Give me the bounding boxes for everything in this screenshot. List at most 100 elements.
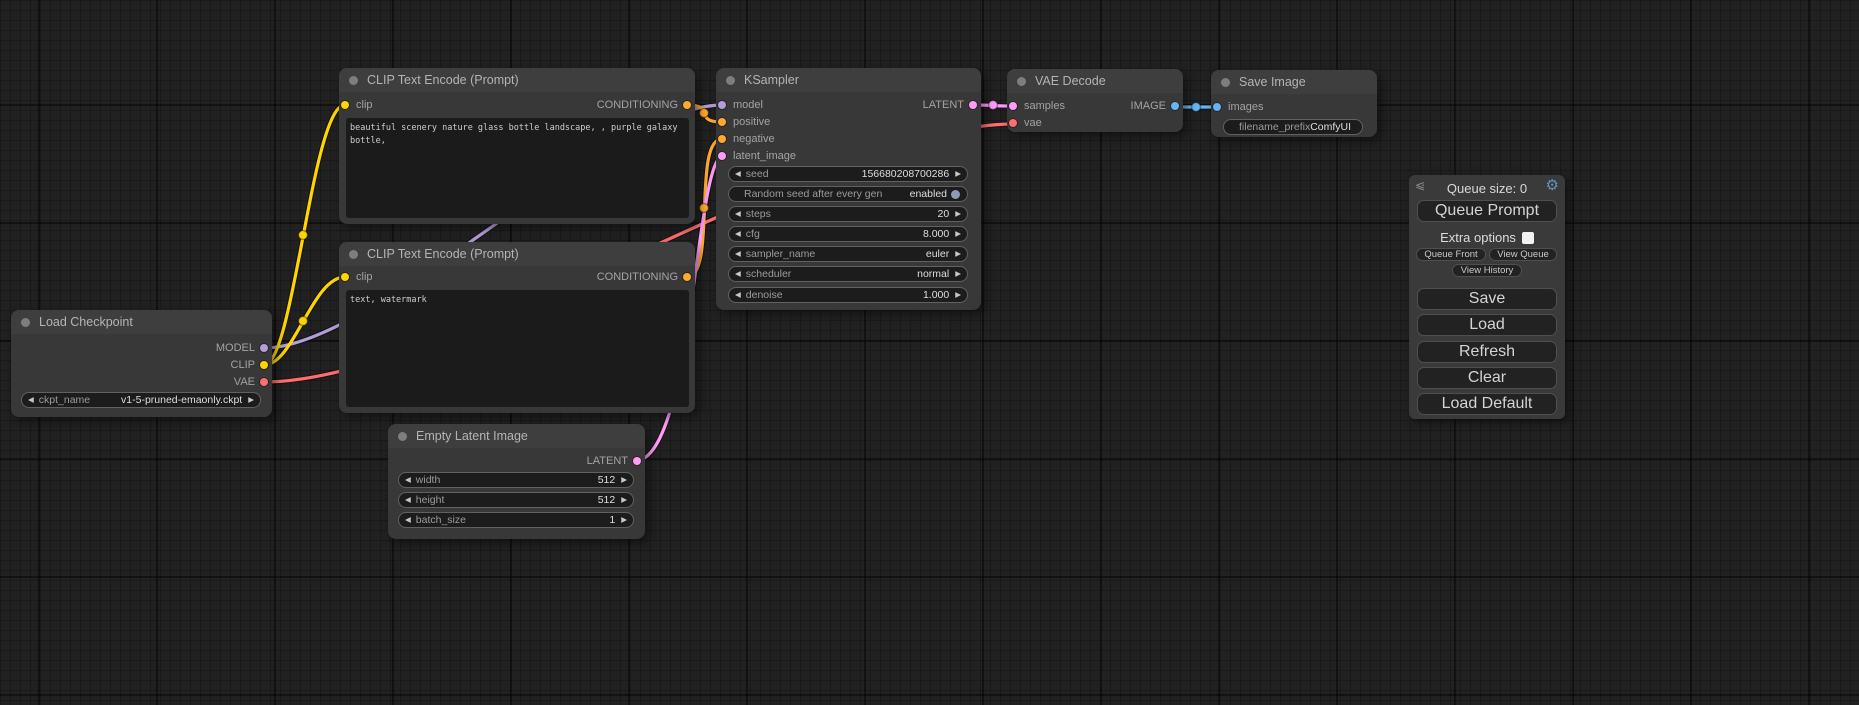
wire-clip-to-positive	[264, 105, 345, 365]
decrement-arrow-icon[interactable]: ◀	[28, 396, 34, 404]
increment-arrow-icon[interactable]: ▶	[621, 516, 627, 524]
view-history-button[interactable]: View History	[1452, 264, 1522, 277]
increment-arrow-icon[interactable]: ▶	[955, 250, 961, 258]
node-title: Save Image	[1239, 75, 1306, 89]
collapse-dot[interactable]	[349, 76, 358, 85]
widget-name: ckpt_name	[39, 394, 90, 406]
sampler-name-widget[interactable]: ◀ sampler_name euler ▶	[728, 246, 968, 262]
view-queue-button[interactable]: View Queue	[1489, 248, 1557, 261]
save-button[interactable]: Save	[1417, 288, 1557, 310]
collapse-dot[interactable]	[1017, 77, 1026, 86]
vae-slot-dot[interactable]	[1009, 119, 1017, 127]
prompt-textarea[interactable]: text, watermark	[346, 290, 689, 407]
output-slot-conditioning[interactable]: CONDITIONING	[339, 98, 695, 112]
output-slot-vae[interactable]: VAE	[11, 375, 272, 389]
decrement-arrow-icon[interactable]: ◀	[735, 170, 741, 178]
seed-widget[interactable]: ◀ seed 156680208700286 ▶	[728, 166, 968, 182]
scheduler-widget[interactable]: ◀ scheduler normal ▶	[728, 266, 968, 282]
output-slot-clip[interactable]: CLIP	[11, 358, 272, 372]
clip-slot-dot[interactable]	[260, 361, 268, 369]
extra-options-checkbox[interactable]	[1522, 232, 1534, 244]
node-save-image[interactable]: Save Image images filename_prefix ComfyU…	[1211, 70, 1377, 137]
collapse-dot[interactable]	[349, 250, 358, 259]
collapse-dot[interactable]	[398, 432, 407, 441]
output-slot-latent[interactable]: LATENT	[388, 454, 645, 468]
prompt-textarea[interactable]: beautiful scenery nature glass bottle la…	[346, 118, 689, 218]
decrement-arrow-icon[interactable]: ◀	[735, 230, 741, 238]
slot-label: IMAGE	[1131, 100, 1166, 112]
conditioning-slot-dot[interactable]	[683, 101, 691, 109]
input-slot-latent-image[interactable]: latent_image	[716, 149, 981, 163]
decrement-arrow-icon[interactable]: ◀	[405, 496, 411, 504]
node-title: CLIP Text Encode (Prompt)	[367, 73, 519, 87]
link-dot	[299, 317, 308, 326]
node-clip-text-encode-negative[interactable]: CLIP Text Encode (Prompt) clip CONDITION…	[339, 242, 695, 413]
latent-slot-dot[interactable]	[969, 101, 977, 109]
clear-button[interactable]: Clear	[1417, 367, 1557, 389]
height-widget[interactable]: ◀ height 512 ▶	[398, 492, 634, 508]
output-slot-conditioning[interactable]: CONDITIONING	[339, 270, 695, 284]
conditioning-slot-dot[interactable]	[718, 135, 726, 143]
collapse-dot[interactable]	[21, 318, 30, 327]
random-seed-widget[interactable]: Random seed after every gen enabled	[728, 186, 968, 202]
latent-slot-dot[interactable]	[633, 457, 641, 465]
conditioning-slot-dot[interactable]	[718, 118, 726, 126]
input-slot-images[interactable]: images	[1211, 100, 1377, 114]
toggle-dot[interactable]	[951, 190, 960, 199]
decrement-arrow-icon[interactable]: ◀	[735, 270, 741, 278]
increment-arrow-icon[interactable]: ▶	[955, 270, 961, 278]
queue-prompt-button[interactable]: Queue Prompt	[1417, 200, 1557, 222]
increment-arrow-icon[interactable]: ▶	[955, 230, 961, 238]
node-graph-canvas[interactable]: Load Checkpoint MODEL CLIP VAE ◀ ckpt_na…	[0, 0, 1859, 705]
increment-arrow-icon[interactable]: ▶	[248, 396, 254, 404]
output-slot-model[interactable]: MODEL	[11, 341, 272, 355]
widget-value: 1.000	[923, 289, 949, 301]
input-slot-positive[interactable]: positive	[716, 115, 981, 129]
filename-prefix-widget[interactable]: filename_prefix ComfyUI	[1223, 119, 1363, 135]
node-load-checkpoint[interactable]: Load Checkpoint MODEL CLIP VAE ◀ ckpt_na…	[11, 310, 272, 417]
batch-size-widget[interactable]: ◀ batch_size 1 ▶	[398, 512, 634, 528]
slot-label: CONDITIONING	[597, 271, 678, 283]
refresh-button[interactable]: Refresh	[1417, 341, 1557, 363]
denoise-widget[interactable]: ◀ denoise 1.000 ▶	[728, 287, 968, 303]
widget-value: 20	[938, 208, 950, 220]
node-ksampler[interactable]: KSampler model positive negative latent_…	[716, 68, 981, 310]
node-vae-decode[interactable]: VAE Decode samples vae IMAGE	[1007, 69, 1183, 132]
settings-gear-icon[interactable]: ⚙	[1546, 178, 1559, 193]
slot-label: MODEL	[216, 342, 255, 354]
load-button[interactable]: Load	[1417, 314, 1557, 336]
steps-widget[interactable]: ◀ steps 20 ▶	[728, 206, 968, 222]
increment-arrow-icon[interactable]: ▶	[955, 291, 961, 299]
width-widget[interactable]: ◀ width 512 ▶	[398, 472, 634, 488]
collapse-dot[interactable]	[1221, 78, 1230, 87]
ckpt-name-widget[interactable]: ◀ ckpt_name v1-5-pruned-emaonly.ckpt ▶	[21, 392, 261, 408]
decrement-arrow-icon[interactable]: ◀	[735, 250, 741, 258]
node-clip-text-encode-positive[interactable]: CLIP Text Encode (Prompt) clip CONDITION…	[339, 68, 695, 224]
load-default-button[interactable]: Load Default	[1417, 393, 1557, 415]
latent-slot-dot[interactable]	[718, 152, 726, 160]
decrement-arrow-icon[interactable]: ◀	[405, 476, 411, 484]
decrement-arrow-icon[interactable]: ◀	[735, 210, 741, 218]
cfg-widget[interactable]: ◀ cfg 8.000 ▶	[728, 226, 968, 242]
increment-arrow-icon[interactable]: ▶	[955, 210, 961, 218]
queue-size-label: Queue size: 0	[1409, 181, 1565, 196]
vae-slot-dot[interactable]	[260, 378, 268, 386]
decrement-arrow-icon[interactable]: ◀	[405, 516, 411, 524]
increment-arrow-icon[interactable]: ▶	[621, 496, 627, 504]
decrement-arrow-icon[interactable]: ◀	[735, 291, 741, 299]
widget-name: sampler_name	[746, 248, 815, 260]
increment-arrow-icon[interactable]: ▶	[955, 170, 961, 178]
collapse-dot[interactable]	[726, 76, 735, 85]
node-title: VAE Decode	[1035, 74, 1106, 88]
input-slot-vae[interactable]: vae	[1007, 116, 1183, 130]
queue-front-button[interactable]: Queue Front	[1416, 248, 1486, 261]
model-slot-dot[interactable]	[260, 344, 268, 352]
node-empty-latent-image[interactable]: Empty Latent Image LATENT ◀ width 512 ▶ …	[388, 424, 645, 539]
output-slot-latent[interactable]: LATENT	[716, 98, 981, 112]
conditioning-slot-dot[interactable]	[683, 273, 691, 281]
input-slot-negative[interactable]: negative	[716, 132, 981, 146]
image-slot-dot[interactable]	[1171, 102, 1179, 110]
image-slot-dot[interactable]	[1213, 103, 1221, 111]
output-slot-image[interactable]: IMAGE	[1007, 99, 1183, 113]
increment-arrow-icon[interactable]: ▶	[621, 476, 627, 484]
